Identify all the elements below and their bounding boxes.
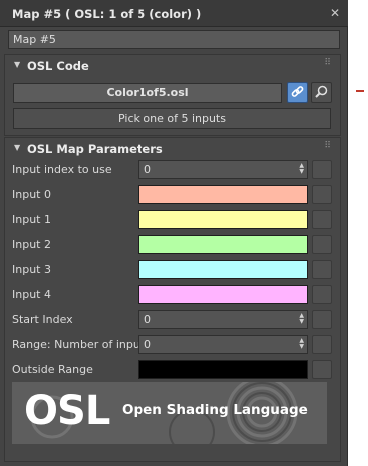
window-title: Map #5 ( OSL: 1 of 5 (color) ) bbox=[12, 7, 202, 21]
param-label-input-3: Input 3 bbox=[12, 263, 51, 276]
map-slot-button[interactable] bbox=[312, 160, 332, 179]
spinner-value: 0 bbox=[144, 313, 151, 326]
link-icon[interactable] bbox=[287, 82, 308, 103]
spinner-value: 0 bbox=[144, 163, 151, 176]
input-2-color-swatch[interactable] bbox=[138, 235, 308, 254]
outside-range-color-swatch[interactable] bbox=[138, 360, 308, 379]
collapse-triangle-icon: ▼ bbox=[14, 60, 21, 69]
param-label-input-0: Input 0 bbox=[12, 188, 51, 201]
param-label-outside-range: Outside Range bbox=[12, 363, 93, 376]
map-slot-button[interactable] bbox=[312, 335, 332, 354]
collapse-triangle-icon: ▼ bbox=[14, 143, 21, 152]
spinner-arrows-icon[interactable]: ▲ ▼ bbox=[299, 163, 304, 175]
param-label-input-index: Input index to use bbox=[12, 163, 112, 176]
edge-marker bbox=[356, 90, 364, 92]
param-label-range: Range: Number of inputs bbox=[12, 338, 150, 351]
drag-grip-icon[interactable]: ⠿ bbox=[324, 141, 332, 151]
map-name-field[interactable]: Map #5 bbox=[8, 30, 340, 49]
osl-code-title: OSL Code bbox=[27, 59, 89, 73]
osl-logo-banner: OSL Open Shading Language bbox=[12, 382, 327, 444]
param-label-input-1: Input 1 bbox=[12, 213, 51, 226]
input-0-color-swatch[interactable] bbox=[138, 185, 308, 204]
spinner-arrows-icon[interactable]: ▲ ▼ bbox=[299, 313, 304, 325]
osl-params-rollout-header[interactable]: ▼ OSL Map Parameters ⠿ bbox=[5, 138, 340, 160]
input-3-color-swatch[interactable] bbox=[138, 260, 308, 279]
material-editor-panel: Map #5 ( OSL: 1 of 5 (color) ) ✕ Map #5 … bbox=[0, 0, 348, 466]
start-index-spinner[interactable]: 0 ▲ ▼ bbox=[138, 310, 308, 329]
map-slot-button[interactable] bbox=[312, 260, 332, 279]
osl-logo: OSL bbox=[24, 388, 110, 434]
param-label-input-4: Input 4 bbox=[12, 288, 51, 301]
param-label-start-index: Start Index bbox=[12, 313, 73, 326]
close-icon[interactable]: ✕ bbox=[330, 6, 340, 20]
param-label-input-2: Input 2 bbox=[12, 238, 51, 251]
range-spinner[interactable]: 0 ▲ ▼ bbox=[138, 335, 308, 354]
drag-grip-icon[interactable]: ⠿ bbox=[324, 58, 332, 68]
map-slot-button[interactable] bbox=[312, 210, 332, 229]
map-slot-button[interactable] bbox=[312, 235, 332, 254]
map-slot-button[interactable] bbox=[312, 360, 332, 379]
osl-tagline: Open Shading Language bbox=[122, 402, 308, 418]
osl-params-title: OSL Map Parameters bbox=[27, 142, 163, 156]
osl-description: Pick one of 5 inputs bbox=[13, 108, 331, 129]
map-slot-button[interactable] bbox=[312, 185, 332, 204]
input-index-spinner[interactable]: 0 ▲ ▼ bbox=[138, 160, 308, 179]
input-4-color-swatch[interactable] bbox=[138, 285, 308, 304]
title-bar: Map #5 ( OSL: 1 of 5 (color) ) ✕ bbox=[0, 0, 348, 27]
input-1-color-swatch[interactable] bbox=[138, 210, 308, 229]
map-slot-button[interactable] bbox=[312, 310, 332, 329]
spinner-arrows-icon[interactable]: ▲ ▼ bbox=[299, 338, 304, 350]
map-slot-button[interactable] bbox=[312, 285, 332, 304]
osl-code-rollout: ▼ OSL Code ⠿ Color1of5.osl Pick one of 5… bbox=[4, 54, 341, 136]
magnifier-icon[interactable] bbox=[311, 82, 332, 103]
spinner-value: 0 bbox=[144, 338, 151, 351]
osl-file-button[interactable]: Color1of5.osl bbox=[13, 83, 282, 103]
osl-code-rollout-header[interactable]: ▼ OSL Code ⠿ bbox=[5, 55, 340, 77]
